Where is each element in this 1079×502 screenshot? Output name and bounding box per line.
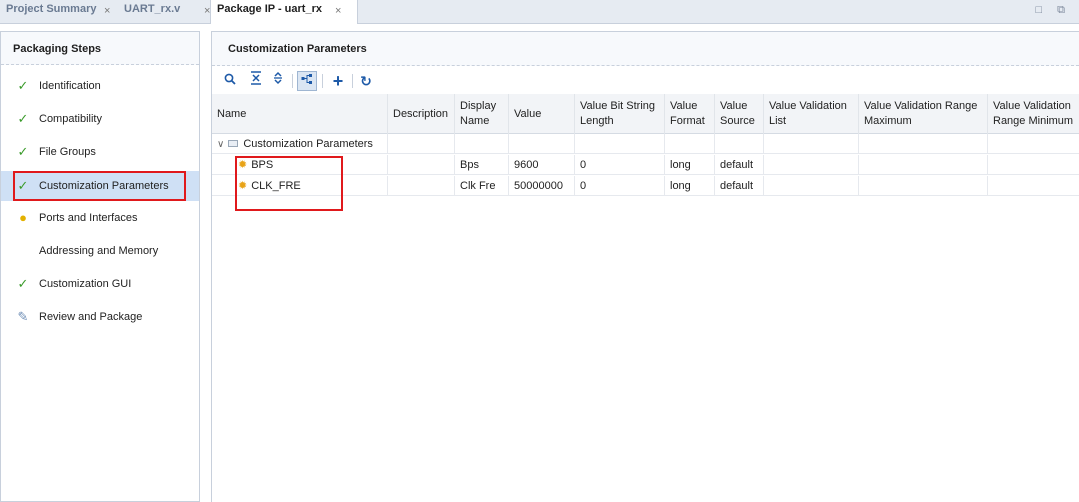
param-bit-length: 0 [575, 176, 665, 196]
chevron-down-icon[interactable]: ∨ [217, 139, 224, 150]
step-identification[interactable]: ✓ Identification [1, 71, 199, 101]
step-ports-and-interfaces[interactable]: ● Ports and Interfaces [1, 203, 199, 233]
column-header-description[interactable]: Description [388, 94, 455, 134]
param-validation-list [764, 176, 859, 196]
table-header: Name Description Display Name Value Valu… [212, 94, 1079, 134]
param-source: default [715, 176, 764, 196]
param-range-max [859, 176, 988, 196]
panel-title: Packaging Steps [1, 31, 199, 65]
param-value[interactable]: 9600 [509, 155, 575, 175]
column-header-value[interactable]: Value [509, 94, 575, 134]
step-customization-gui[interactable]: ✓ Customization GUI [1, 269, 199, 299]
refresh-icon[interactable]: ↻ [356, 71, 376, 91]
param-display-name: Clk Fre [455, 176, 509, 196]
checkmark-icon: ✓ [17, 78, 29, 93]
column-header-bit-length[interactable]: Value Bit String Length [575, 94, 665, 134]
step-customization-parameters[interactable]: ✓ Customization Parameters [1, 171, 199, 201]
checkmark-icon: ✓ [17, 111, 29, 126]
param-value[interactable]: 50000000 [509, 176, 575, 196]
param-range-min [988, 176, 1079, 196]
toolbar-separator [352, 74, 353, 88]
step-label: Customization GUI [39, 278, 132, 290]
tab-package-ip[interactable]: Package IP - uart_rx × [210, 0, 358, 24]
table-row[interactable]: ✹ BPS Bps 9600 0 long default [212, 155, 1079, 175]
step-label: Compatibility [39, 113, 102, 125]
group-row[interactable]: ∨ Customization Parameters [212, 134, 1079, 154]
param-format: long [665, 176, 715, 196]
toolbar: + ↻ [212, 68, 1079, 94]
review-package-icon: ✎ [17, 309, 29, 324]
step-review-and-package[interactable]: ✎ Review and Package [1, 302, 199, 332]
gear-icon: ✹ [238, 159, 248, 171]
tab-uart-rx-v[interactable]: UART_rx.v × [118, 0, 210, 22]
hierarchy-icon[interactable] [297, 71, 317, 91]
packaging-steps-panel: Packaging Steps ✓ Identification ✓ Compa… [0, 31, 200, 502]
step-label: Review and Package [39, 311, 143, 323]
customization-parameters-panel: Customization Parameters + ↻ Name Descri… [211, 31, 1079, 502]
param-validation-list [764, 155, 859, 175]
folder-icon [228, 139, 239, 147]
param-bit-length: 0 [575, 155, 665, 175]
tab-label: Package IP - uart_rx [217, 3, 322, 15]
column-header-display-name[interactable]: Display Name [455, 94, 509, 134]
warning-icon: ● [19, 210, 27, 225]
editor-tab-bar: Project Summary × UART_rx.v × Package IP… [0, 0, 1079, 24]
param-range-min [988, 155, 1079, 175]
param-name: BPS [251, 159, 274, 171]
step-label: Customization Parameters [39, 180, 169, 192]
window-buttons[interactable]: □ ⧉ [1035, 4, 1071, 17]
tab-label: Project Summary [6, 3, 97, 15]
checkmark-icon: ✓ [17, 276, 29, 291]
close-icon[interactable]: × [335, 2, 341, 20]
panel-title: Customization Parameters [212, 32, 1079, 66]
checkmark-icon: ✓ [17, 178, 29, 193]
table-row[interactable]: ✹ CLK_FRE Clk Fre 50000000 0 long default [212, 176, 1079, 196]
step-file-groups[interactable]: ✓ File Groups [1, 137, 199, 167]
param-format: long [665, 155, 715, 175]
column-header-range-min[interactable]: Value Validation Range Minimum [988, 94, 1079, 134]
add-icon[interactable]: + [328, 71, 348, 91]
toolbar-separator [292, 74, 293, 88]
param-description [388, 176, 455, 196]
checkmark-icon: ✓ [17, 144, 29, 159]
param-name: CLK_FRE [251, 180, 301, 192]
step-label: Identification [39, 80, 101, 92]
step-label: File Groups [39, 146, 96, 158]
param-range-max [859, 155, 988, 175]
param-source: default [715, 155, 764, 175]
column-header-range-max[interactable]: Value Validation Range Maximum [859, 94, 988, 134]
tab-project-summary[interactable]: Project Summary × [0, 0, 112, 22]
toolbar-separator [322, 74, 323, 88]
tab-label: UART_rx.v [124, 3, 181, 15]
column-header-format[interactable]: Value Format [665, 94, 715, 134]
step-addressing-and-memory[interactable]: Addressing and Memory [1, 236, 199, 266]
gear-icon: ✹ [238, 180, 248, 192]
search-icon[interactable] [220, 71, 240, 91]
column-header-name[interactable]: Name [212, 94, 388, 134]
step-label: Addressing and Memory [39, 245, 159, 257]
step-label: Ports and Interfaces [39, 212, 138, 224]
step-compatibility[interactable]: ✓ Compatibility [1, 104, 199, 134]
param-description [388, 155, 455, 175]
group-label: Customization Parameters [243, 138, 373, 150]
param-display-name: Bps [455, 155, 509, 175]
collapse-all-icon[interactable] [246, 71, 266, 91]
close-icon[interactable]: × [104, 2, 110, 20]
column-header-validation-list[interactable]: Value Validation List [764, 94, 859, 134]
expand-all-icon[interactable] [268, 71, 288, 91]
column-header-source[interactable]: Value Source [715, 94, 764, 134]
